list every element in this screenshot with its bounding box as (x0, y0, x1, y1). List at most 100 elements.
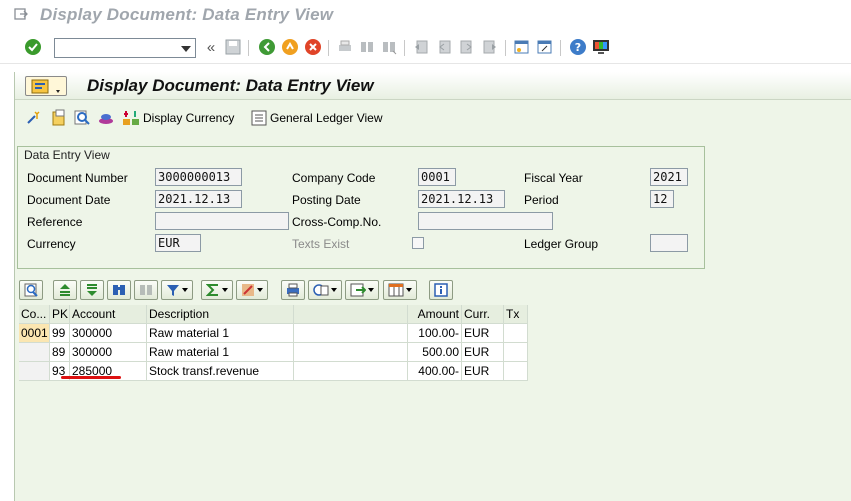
cell-blank[interactable] (294, 362, 408, 381)
cell-account[interactable]: 300000 (70, 324, 147, 343)
cell-amount[interactable]: 500.00 (408, 343, 462, 362)
document-date-field[interactable]: 2021.12.13 (155, 190, 242, 208)
new-session-icon[interactable] (513, 38, 531, 56)
display-currency-button[interactable]: Display Currency (122, 108, 234, 128)
collapse-icon[interactable]: « (202, 38, 220, 56)
cell-tax[interactable] (504, 362, 528, 381)
exit-icon[interactable] (281, 38, 299, 56)
column-header-account[interactable]: Account (70, 305, 147, 324)
cell-description[interactable]: Raw material 1 (147, 343, 294, 362)
cell-amount[interactable]: 400.00- (408, 362, 462, 381)
information-button[interactable] (429, 280, 453, 300)
views-icon (313, 284, 329, 296)
print-icon[interactable] (336, 38, 354, 56)
tax-button[interactable] (97, 108, 115, 128)
period-field[interactable]: 12 (650, 190, 674, 208)
layout-button[interactable] (383, 280, 417, 300)
cell-amount[interactable]: 100.00- (408, 324, 462, 343)
table-row[interactable]: 89 300000 Raw material 1 500.00 EUR (19, 343, 528, 362)
filter-button[interactable] (161, 280, 193, 300)
cell-description[interactable]: Stock transf.revenue (147, 362, 294, 381)
reference-field[interactable] (155, 212, 289, 230)
select-button[interactable] (25, 108, 43, 128)
cell-blank[interactable] (294, 343, 408, 362)
document-number-field[interactable]: 3000000013 (155, 168, 242, 186)
currency-label: Currency (27, 237, 76, 251)
print-button[interactable] (281, 280, 305, 300)
export-icon (350, 283, 366, 297)
column-header-blank[interactable] (294, 305, 408, 324)
command-field[interactable] (54, 38, 196, 58)
posting-date-field[interactable]: 2021.12.13 (418, 190, 505, 208)
help-icon[interactable]: ? (569, 38, 587, 56)
find-icon[interactable] (358, 38, 376, 56)
document-button[interactable] (50, 108, 68, 128)
table-row[interactable]: 0001 99 300000 Raw material 1 100.00- EU… (19, 324, 528, 343)
texts-exist-checkbox[interactable] (412, 237, 424, 249)
views-button[interactable] (308, 280, 342, 300)
menu-exit-icon[interactable] (14, 8, 28, 20)
fiscal-year-field[interactable]: 2021 (650, 168, 688, 186)
column-header-pk[interactable]: PK (50, 305, 70, 324)
cancel-icon[interactable] (304, 38, 322, 56)
enter-icon[interactable] (24, 38, 42, 56)
cell-currency[interactable]: EUR (462, 362, 504, 381)
export-button[interactable] (345, 280, 379, 300)
column-header-amount[interactable]: Amount (408, 305, 462, 324)
find-next-button[interactable] (134, 280, 158, 300)
column-header-company-code[interactable]: Co... (19, 305, 50, 324)
cell-currency[interactable]: EUR (462, 343, 504, 362)
cell-pk[interactable]: 89 (50, 343, 70, 362)
cell-description[interactable]: Raw material 1 (147, 324, 294, 343)
menu-button[interactable] (25, 76, 67, 96)
details-button[interactable] (19, 280, 43, 300)
column-header-currency[interactable]: Curr. (462, 305, 504, 324)
filter-icon (167, 285, 179, 296)
column-header-description[interactable]: Description (147, 305, 294, 324)
general-ledger-view-button[interactable]: General Ledger View (251, 108, 383, 128)
find-icon (113, 285, 125, 295)
sort-descending-icon (87, 284, 97, 296)
cell-account[interactable]: 300000 (70, 343, 147, 362)
last-page-icon[interactable] (481, 38, 499, 56)
cell-blank[interactable] (294, 324, 408, 343)
cell-pk[interactable]: 99 (50, 324, 70, 343)
layout-icon (388, 283, 404, 297)
customize-layout-icon[interactable] (592, 38, 610, 56)
cell-currency[interactable]: EUR (462, 324, 504, 343)
back-icon[interactable] (258, 38, 276, 56)
ledger-group-field[interactable] (650, 234, 688, 252)
ledger-group-label: Ledger Group (524, 237, 599, 251)
find-next-icon (140, 285, 152, 295)
cell-company-code[interactable]: 0001 (19, 324, 50, 343)
total-button[interactable] (201, 280, 233, 300)
chevron-down-icon (406, 288, 412, 292)
cross-comp-field[interactable] (418, 212, 553, 230)
chevron-down-icon[interactable] (181, 46, 191, 52)
sort-descending-button[interactable] (80, 280, 104, 300)
find-button[interactable] (107, 280, 131, 300)
sort-ascending-button[interactable] (53, 280, 77, 300)
previous-page-icon[interactable] (435, 38, 453, 56)
column-header-tax[interactable]: Tx (504, 305, 528, 324)
next-page-icon[interactable] (458, 38, 476, 56)
subtotal-button[interactable] (236, 280, 268, 300)
cell-tax[interactable] (504, 324, 528, 343)
annotation-underline (61, 376, 121, 379)
reference-label: Reference (27, 215, 83, 229)
screen-title: Display Document: Data Entry View (87, 76, 374, 95)
application-toolbar: Display Currency General Ledger View (15, 106, 851, 130)
select-icon (27, 111, 40, 124)
company-code-field[interactable]: 0001 (418, 168, 456, 186)
find-next-icon[interactable] (380, 38, 398, 56)
subtotal-icon (242, 284, 254, 296)
save-icon[interactable] (224, 38, 242, 56)
cell-company-code[interactable] (19, 362, 50, 381)
currency-field[interactable]: EUR (155, 234, 201, 252)
cell-tax[interactable] (504, 343, 528, 362)
search-button[interactable] (73, 108, 91, 128)
texts-exist-label: Texts Exist (292, 237, 350, 251)
shortcut-icon[interactable] (536, 38, 554, 56)
first-page-icon[interactable] (412, 38, 430, 56)
cell-company-code[interactable] (19, 343, 50, 362)
